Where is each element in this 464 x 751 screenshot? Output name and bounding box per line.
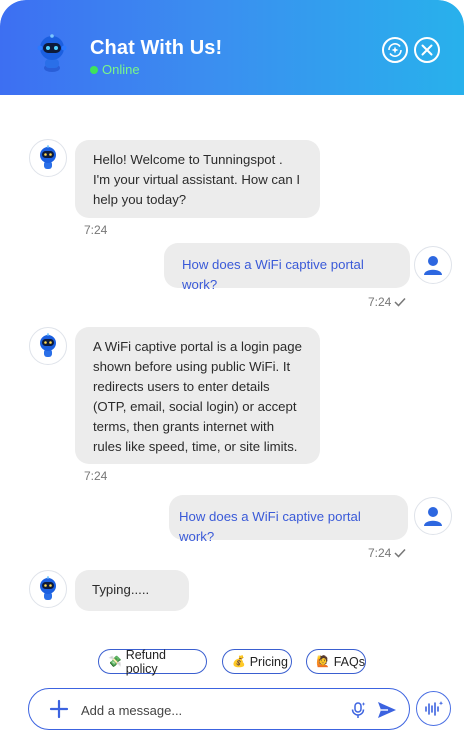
user-message-bubble: How does a WiFi captive portal work? xyxy=(169,495,408,544)
typing-indicator: Typing..... xyxy=(75,570,189,611)
refresh-button[interactable] xyxy=(382,37,408,63)
bot-avatar xyxy=(29,570,67,608)
message-line: I'm your virtual assistant. How can I xyxy=(93,172,300,187)
voice-wave-icon xyxy=(424,700,443,716)
message-input[interactable] xyxy=(81,700,331,720)
online-status: Online xyxy=(90,62,140,77)
message-line: redirects users to enter details xyxy=(93,379,270,394)
message-text: How does a WiFi captive portal work? xyxy=(182,257,364,292)
message-timestamp: 7:24 xyxy=(84,223,107,237)
check-icon xyxy=(394,297,406,307)
robot-icon xyxy=(40,145,56,169)
voice-mode-button[interactable] xyxy=(416,691,451,726)
message-line: A WiFi captive portal is a login page xyxy=(93,339,302,354)
send-icon[interactable] xyxy=(377,701,397,719)
time-label: 7:24 xyxy=(84,223,108,237)
refresh-ai-icon xyxy=(388,43,402,57)
status-label: Online xyxy=(102,62,140,77)
chat-header: Chat With Us! Online xyxy=(0,0,464,95)
quick-reply-label: Refund policy xyxy=(125,647,167,676)
money-wings-icon: 💸 xyxy=(108,656,122,668)
quick-reply-pricing[interactable]: 💰 Pricing xyxy=(222,649,292,674)
plus-icon[interactable] xyxy=(49,699,69,719)
quick-reply-label: Pricing xyxy=(249,654,288,669)
chat-widget: Chat With Us! Online Hello! Welcome to T… xyxy=(0,0,464,751)
quick-reply-faqs[interactable]: 🙋 FAQs xyxy=(306,649,366,674)
time-label: 7:24 xyxy=(368,295,392,309)
bot-message-bubble: A WiFi captive portal is a login page sh… xyxy=(75,327,320,464)
user-icon xyxy=(424,256,442,275)
message-line: terms, then grants internet with xyxy=(93,419,275,434)
typing-text: Typing..... xyxy=(92,582,150,597)
message-text: How does a WiFi captive portal work? xyxy=(179,509,361,544)
robot-icon xyxy=(37,34,67,72)
user-icon xyxy=(424,507,442,526)
quick-reply-refund-policy[interactable]: 💸 Refund policy xyxy=(98,647,207,676)
time-label: 7:24 xyxy=(84,469,108,483)
user-message-bubble: How does a WiFi captive portal work? xyxy=(164,243,410,292)
quick-reply-label: FAQs xyxy=(333,654,365,669)
bot-message-bubble: Hello! Welcome to Tunningspot . I'm your… xyxy=(75,140,320,218)
message-line: help you today? xyxy=(93,192,187,207)
online-dot-icon xyxy=(90,65,98,74)
message-timestamp: 7:24 xyxy=(368,546,406,560)
close-icon xyxy=(421,44,433,56)
bot-avatar xyxy=(29,139,67,177)
mic-ai-icon[interactable] xyxy=(349,701,367,719)
time-label: 7:24 xyxy=(368,546,392,560)
message-line: rules like speed, time, or site limits. xyxy=(93,439,298,454)
person-raising-hand-icon: 🙋 xyxy=(316,656,330,668)
message-line: Hello! Welcome to Tunningspot . xyxy=(93,152,283,167)
robot-icon xyxy=(40,333,56,357)
user-avatar xyxy=(414,246,452,284)
bot-avatar xyxy=(29,327,67,365)
message-line: shown before using public WiFi. It xyxy=(93,359,291,374)
message-timestamp: 7:24 xyxy=(84,469,107,483)
chat-title: Chat With Us! xyxy=(90,37,223,59)
message-timestamp: 7:24 xyxy=(368,295,406,309)
money-bag-icon: 💰 xyxy=(232,656,246,668)
message-composer xyxy=(28,688,410,730)
message-line: (OTP, email, social login) or accept xyxy=(93,399,297,414)
robot-icon xyxy=(40,576,56,600)
close-button[interactable] xyxy=(414,37,440,63)
check-icon xyxy=(394,548,406,558)
user-avatar xyxy=(414,497,452,535)
